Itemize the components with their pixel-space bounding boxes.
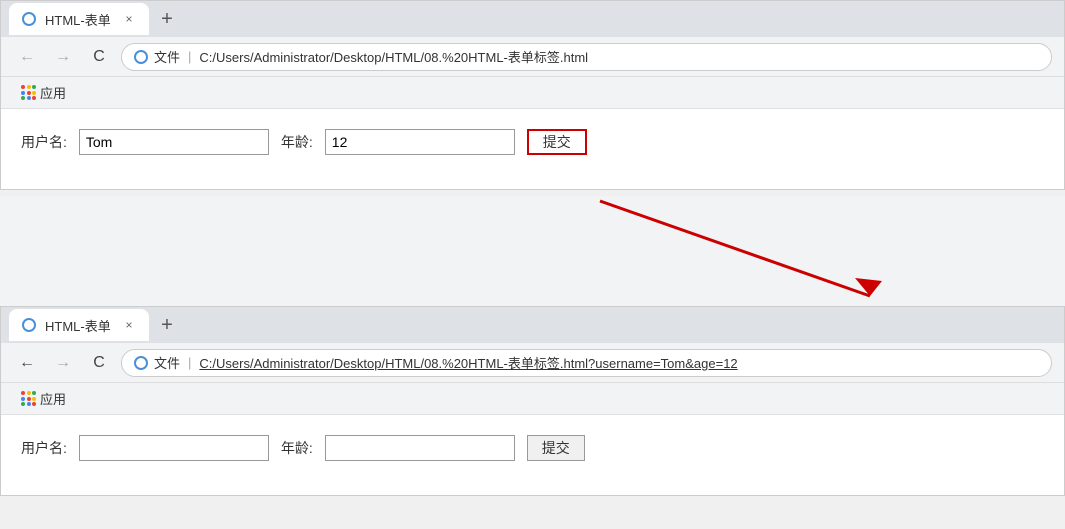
apps-grid-icon-1 [21,85,36,100]
tab-bar-2: HTML-表单 × + [1,307,1064,343]
address-separator-2: | [188,355,191,370]
tab-globe-icon [21,11,37,27]
address-url-1: C:/Users/Administrator/Desktop/HTML/08.%… [199,47,588,66]
address-globe-icon-1 [134,50,148,64]
tab-title-1: HTML-表单 [45,10,111,29]
forward-button-1[interactable]: → [49,43,77,71]
tab-bar-1: HTML-表单 × + [1,1,1064,37]
apps-button-1[interactable]: 应用 [13,79,74,106]
page-content-1: 用户名: 年龄: 提交 [1,109,1064,189]
tab-1[interactable]: HTML-表单 × [9,3,149,35]
age-input-2[interactable] [325,435,515,461]
submit-button-2[interactable]: 提交 [527,435,585,461]
address-prefix-1: 文件 [154,47,180,66]
back-button-2[interactable]: ← [13,349,41,377]
bookmarks-bar-1: 应用 [1,77,1064,109]
age-label-1: 年龄: [281,132,313,152]
reload-button-1[interactable]: C [85,43,113,71]
new-tab-button-1[interactable]: + [153,5,181,33]
username-label-1: 用户名: [21,132,67,152]
new-tab-button-2[interactable]: + [153,311,181,339]
form-row-1: 用户名: 年龄: 提交 [21,129,1044,155]
username-label-2: 用户名: [21,438,67,458]
apps-button-2[interactable]: 应用 [13,385,74,412]
age-label-2: 年龄: [281,438,313,458]
browser-window-2: HTML-表单 × + ← → C 文件 | C:/Users/Administ… [0,306,1065,496]
username-input-2[interactable] [79,435,269,461]
tab-close-button-2[interactable]: × [121,317,137,333]
form-row-2: 用户名: 年龄: 提交 [21,435,1044,461]
tab-2[interactable]: HTML-表单 × [9,309,149,341]
tab-close-button-1[interactable]: × [121,11,137,27]
address-bar-1[interactable]: 文件 | C:/Users/Administrator/Desktop/HTML… [121,43,1052,71]
address-globe-icon-2 [134,356,148,370]
nav-bar-1: ← → C 文件 | C:/Users/Administrator/Deskto… [1,37,1064,77]
address-url-2: C:/Users/Administrator/Desktop/HTML/08.%… [199,353,737,372]
username-input-1[interactable] [79,129,269,155]
apps-label-2: 应用 [40,389,66,408]
submit-button-1[interactable]: 提交 [527,129,587,155]
reload-button-2[interactable]: C [85,349,113,377]
nav-bar-2: ← → C 文件 | C:/Users/Administrator/Deskto… [1,343,1064,383]
page-content-2: 用户名: 年龄: 提交 [1,415,1064,495]
age-input-1[interactable] [325,129,515,155]
tab-title-2: HTML-表单 [45,316,111,335]
arrow-annotation [0,196,1065,306]
tab-globe-icon-2 [21,317,37,333]
annotation-area [0,196,1065,306]
apps-label-1: 应用 [40,83,66,102]
bookmarks-bar-2: 应用 [1,383,1064,415]
address-prefix-2: 文件 [154,353,180,372]
apps-grid-icon-2 [21,391,36,406]
browser-window-1: HTML-表单 × + ← → C 文件 | C:/Users/Administ… [0,0,1065,190]
back-button-1[interactable]: ← [13,43,41,71]
forward-button-2[interactable]: → [49,349,77,377]
address-bar-2[interactable]: 文件 | C:/Users/Administrator/Desktop/HTML… [121,349,1052,377]
address-separator-1: | [188,49,191,64]
